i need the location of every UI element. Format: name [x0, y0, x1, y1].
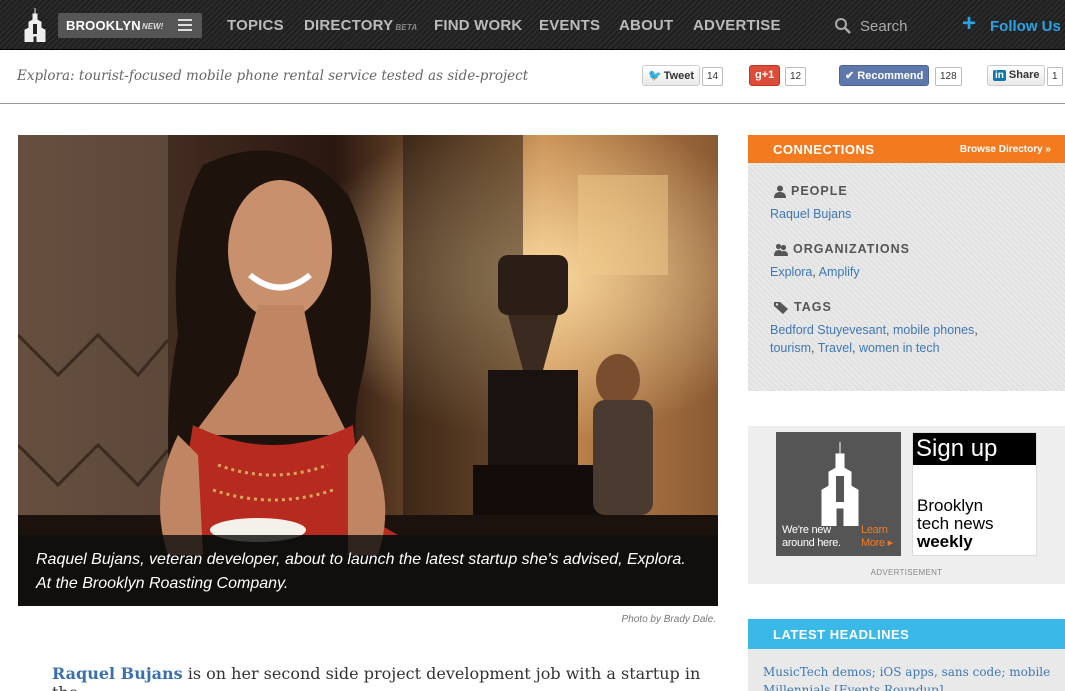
ad-signup-newsletter[interactable]: Sign up Brooklyn tech news weekly	[912, 432, 1037, 556]
connections-panel: CONNECTIONS Browse Directory » PEOPLE Ra…	[748, 135, 1065, 391]
gplus-g-icon: g	[755, 69, 762, 81]
plus-icon: +	[962, 10, 977, 37]
gplus-button[interactable]: g+1	[749, 65, 781, 86]
nav-directory[interactable]: DIRECTORY BETA	[304, 17, 417, 34]
connections-header: CONNECTIONS Browse Directory »	[748, 135, 1065, 163]
organizations-label: ORGANIZATIONS	[793, 242, 910, 256]
caption-text: Raquel Bujans, veteran developer, about …	[36, 551, 686, 592]
city-selector[interactable]: BROOKLYN NEW!	[58, 13, 202, 38]
hero-photo: Raquel Bujans, veteran developer, about …	[18, 135, 718, 606]
beta-tag: BETA	[395, 23, 418, 32]
top-nav: BROOKLYN NEW! TOPICS DIRECTORY BETA FIND …	[0, 0, 1065, 50]
nav-events[interactable]: EVENTS	[539, 17, 600, 34]
hamburger-menu-icon[interactable]	[178, 19, 192, 31]
tags-section: TAGS Bedford Stuyevesant, mobile phones,…	[770, 300, 978, 355]
latest-headlines-panel: LATEST HEADLINES MusicTech demos; iOS ap…	[748, 619, 1065, 691]
signup-title: Sign up	[913, 433, 1036, 465]
recommend-count: 128	[935, 67, 962, 86]
tweet-count: 14	[702, 67, 724, 86]
news-line-3: weekly	[917, 532, 973, 551]
headline-link[interactable]: MusicTech demos; iOS apps, sans code; mo…	[763, 663, 1058, 691]
browse-directory-link[interactable]: Browse Directory »	[960, 144, 1051, 155]
ad-line-2: around here.	[782, 537, 841, 549]
check-icon: ✔	[845, 70, 858, 82]
tag-link-mobile-phones[interactable]: mobile phones	[893, 323, 974, 337]
org-link-explora[interactable]: Explora	[770, 265, 812, 279]
nav-find-work[interactable]: FIND WORK	[434, 17, 522, 34]
building-logo-icon	[821, 442, 859, 526]
gplus-count: 12	[785, 67, 807, 86]
linkedin-label: Share	[1008, 69, 1040, 81]
recommend-label: Recommend	[857, 70, 924, 82]
org-link-amplify[interactable]: Amplify	[819, 265, 860, 279]
newsletter-text: Brooklyn tech news weekly	[917, 497, 994, 551]
tag-link-bedford[interactable]: Bedford Stuyevesant	[770, 323, 886, 337]
ad-were-new[interactable]: We're new around here. Learn More ▸	[776, 432, 901, 556]
person-link[interactable]: Raquel Bujans	[52, 664, 183, 683]
photo-caption: Raquel Bujans, veteran developer, about …	[18, 535, 718, 606]
article-headline: Explora: tourist-focused mobile phone re…	[17, 68, 529, 84]
linkedin-share-button[interactable]: in Share	[987, 65, 1046, 86]
news-line-2: tech news	[917, 514, 994, 533]
linkedin-count: 1	[1047, 67, 1063, 86]
tag-link-tourism[interactable]: tourism	[770, 341, 811, 355]
follow-us-button[interactable]: + Follow Us	[962, 10, 1062, 38]
follow-us-label: Follow Us	[990, 18, 1061, 35]
city-label: BROOKLYN	[66, 18, 141, 33]
learn-line-2: More ▸	[861, 537, 893, 549]
search-label: Search	[860, 18, 908, 35]
ad-were-new-text: We're new around here.	[782, 524, 841, 550]
new-tag: NEW!	[142, 22, 164, 31]
gplus-label: +1	[761, 69, 775, 81]
learn-line-1: Learn	[861, 524, 888, 536]
article-body: Raquel Bujans is on her second side proj…	[52, 664, 712, 691]
people-section: PEOPLE Raquel Bujans	[770, 184, 1010, 223]
nav-topics[interactable]: TOPICS	[227, 17, 284, 34]
group-icon	[774, 243, 788, 256]
recommend-button[interactable]: ✔ Recommend	[839, 65, 930, 86]
building-logo-icon[interactable]	[24, 8, 46, 42]
person-icon	[774, 185, 786, 198]
latest-headlines-title: LATEST HEADLINES	[773, 627, 910, 642]
nav-directory-label: DIRECTORY	[304, 17, 394, 34]
tag-link-travel[interactable]: Travel	[818, 341, 852, 355]
advertisement-label: ADVERTISEMENT	[870, 568, 943, 577]
nav-advertise[interactable]: ADVERTISE	[693, 17, 781, 34]
advertisement-box: We're new around here. Learn More ▸ Sign u…	[748, 426, 1065, 584]
organizations-section: ORGANIZATIONS Explora, Amplify	[770, 242, 910, 279]
nav-about[interactable]: ABOUT	[619, 17, 673, 34]
tweet-label: Tweet	[663, 70, 695, 82]
twitter-bird-icon: 🐦	[648, 70, 662, 82]
latest-headlines-header: LATEST HEADLINES	[748, 619, 1065, 649]
photo-credit: Photo by Brady Dale.	[621, 614, 717, 625]
news-line-1: Brooklyn	[917, 496, 984, 515]
search-icon	[835, 18, 851, 34]
connections-title: CONNECTIONS	[773, 142, 875, 157]
people-label: PEOPLE	[791, 184, 848, 198]
tag-link-women-in-tech[interactable]: women in tech	[859, 341, 940, 355]
people-link-0[interactable]: Raquel Bujans	[770, 207, 851, 221]
ad-line-1: We're new	[782, 524, 831, 536]
search-button[interactable]: Search	[832, 15, 932, 37]
article-subheader: Explora: tourist-focused mobile phone re…	[0, 50, 1065, 104]
ad-learn-more[interactable]: Learn More ▸	[861, 524, 893, 550]
tags-label: TAGS	[794, 300, 832, 314]
linkedin-icon: in	[993, 70, 1006, 81]
tweet-button[interactable]: 🐦 Tweet	[642, 65, 701, 86]
tag-icon	[774, 301, 788, 314]
